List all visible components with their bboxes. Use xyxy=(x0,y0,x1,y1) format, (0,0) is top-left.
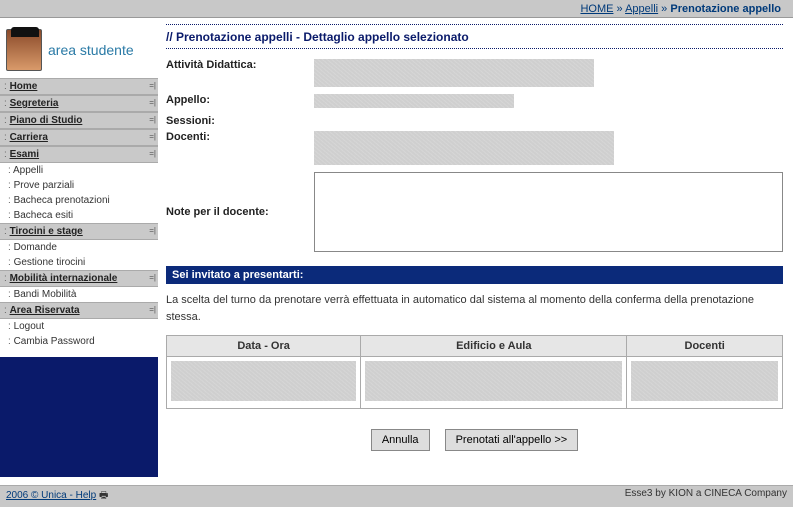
main-content: // Prenotazione appelli - Dettaglio appe… xyxy=(158,18,793,477)
slots-table: Data - Ora Edificio e Aula Docenti xyxy=(166,335,783,409)
label-docenti: Docenti: xyxy=(166,131,306,168)
invite-description: La scelta del turno da prenotare verrà e… xyxy=(166,292,783,325)
footer-right: Esse3 by KION a CINECA Company xyxy=(625,488,787,505)
label-sessioni: Sessioni: xyxy=(166,115,306,127)
nav-cambia-password[interactable]: Cambia Password xyxy=(0,334,158,349)
brand-text: area studente xyxy=(48,42,134,58)
sidebar: area studente Home=| Segreteria=| Piano … xyxy=(0,18,158,477)
sidebar-filler xyxy=(0,357,158,477)
label-note: Note per il docente: xyxy=(166,206,306,218)
value-docenti xyxy=(314,131,783,168)
label-attivita: Attività Didattica: xyxy=(166,59,306,90)
value-attivita xyxy=(314,59,783,90)
breadcrumb: HOME » Appelli » Prenotazione appello xyxy=(0,0,793,18)
nav-segreteria[interactable]: Segreteria=| xyxy=(0,95,158,112)
value-appello xyxy=(314,94,783,111)
book-button[interactable]: Prenotati all'appello >> xyxy=(445,429,579,451)
cancel-button[interactable]: Annulla xyxy=(371,429,430,451)
label-appello: Appello: xyxy=(166,94,306,111)
page-title: // Prenotazione appelli - Dettaglio appe… xyxy=(166,28,783,46)
table-row xyxy=(167,357,783,409)
th-data-ora: Data - Ora xyxy=(167,336,361,357)
value-sessioni xyxy=(314,115,783,127)
nav-carriera[interactable]: Carriera=| xyxy=(0,129,158,146)
footer: 2006 © Unica - Help 🖶 Esse3 by KION a CI… xyxy=(0,485,793,507)
avatar xyxy=(6,29,42,71)
nav-bandi-mobilita[interactable]: Bandi Mobilità xyxy=(0,287,158,302)
nav-tirocini[interactable]: Tirocini e stage=| xyxy=(0,223,158,240)
nav-appelli[interactable]: Appelli xyxy=(0,163,158,178)
breadcrumb-home[interactable]: HOME xyxy=(580,3,613,15)
breadcrumb-current: Prenotazione appello xyxy=(670,3,781,15)
nav-logout[interactable]: Logout xyxy=(0,319,158,334)
nav-bacheca-esiti[interactable]: Bacheca esiti xyxy=(0,208,158,223)
footer-left[interactable]: 2006 © Unica - Help xyxy=(6,490,96,501)
note-textarea[interactable] xyxy=(314,172,783,252)
nav-home[interactable]: Home=| xyxy=(0,78,158,95)
nav-area-riservata[interactable]: Area Riservata=| xyxy=(0,302,158,319)
print-icon[interactable]: 🖶 xyxy=(99,490,108,501)
nav-piano[interactable]: Piano di Studio=| xyxy=(0,112,158,129)
nav-prove-parziali[interactable]: Prove parziali xyxy=(0,178,158,193)
nav-bacheca-prenotazioni[interactable]: Bacheca prenotazioni xyxy=(0,193,158,208)
breadcrumb-appelli[interactable]: Appelli xyxy=(625,3,658,15)
nav-gestione-tirocini[interactable]: Gestione tirocini xyxy=(0,255,158,270)
invite-bar: Sei invitato a presentarti: xyxy=(166,266,783,284)
nav-domande[interactable]: Domande xyxy=(0,240,158,255)
th-edificio-aula: Edificio e Aula xyxy=(361,336,627,357)
th-docenti: Docenti xyxy=(627,336,783,357)
nav: Home=| Segreteria=| Piano di Studio=| Ca… xyxy=(0,78,158,349)
nav-esami[interactable]: Esami=| xyxy=(0,146,158,163)
brand-box: area studente xyxy=(0,18,158,78)
nav-mobilita[interactable]: Mobilità internazionale=| xyxy=(0,270,158,287)
